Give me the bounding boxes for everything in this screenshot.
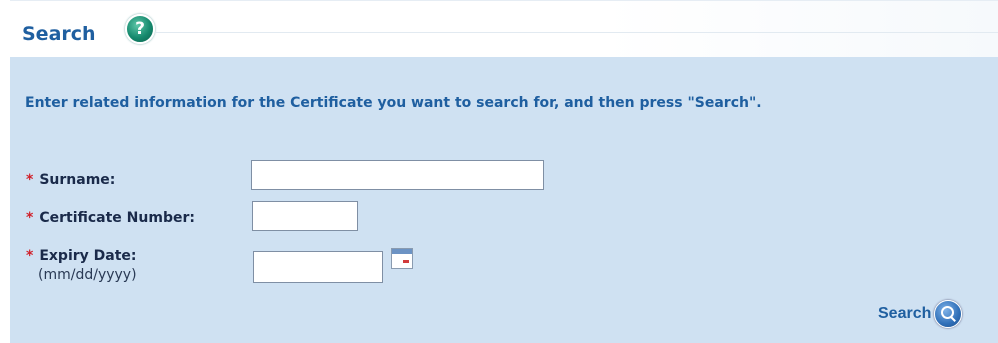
instructions-text: Enter related information for the Certif…: [25, 95, 762, 111]
surname-input[interactable]: [251, 160, 544, 190]
required-marker: *: [26, 248, 34, 264]
calendar-header-bar: [392, 249, 412, 254]
certificate-number-input[interactable]: [252, 201, 358, 231]
header-divider: [155, 32, 998, 33]
search-page: Search ? Enter related information for t…: [0, 0, 998, 343]
search-button-label: Search: [878, 305, 932, 322]
required-marker: *: [26, 172, 34, 188]
expiry-date-label-text: Expiry Date:: [39, 248, 137, 264]
date-format-hint: (mm/dd/yyyy): [38, 267, 137, 283]
search-header: Search ?: [10, 0, 998, 57]
search-button[interactable]: Search: [878, 300, 963, 328]
page-title: Search: [22, 23, 96, 45]
help-icon[interactable]: ?: [125, 14, 155, 44]
magnifier-handle: [950, 316, 957, 322]
surname-label-text: Surname:: [39, 172, 116, 188]
calendar-date-marker: [403, 260, 409, 263]
expiry-date-input[interactable]: [253, 251, 383, 283]
required-marker: *: [26, 210, 34, 226]
expiry-date-label: * Expiry Date:: [26, 248, 137, 264]
calendar-icon[interactable]: [391, 248, 413, 269]
certificate-number-label: * Certificate Number:: [26, 210, 195, 226]
surname-label: * Surname:: [26, 172, 115, 188]
certificate-number-label-text: Certificate Number:: [39, 210, 195, 226]
magnifier-icon: [934, 300, 963, 328]
